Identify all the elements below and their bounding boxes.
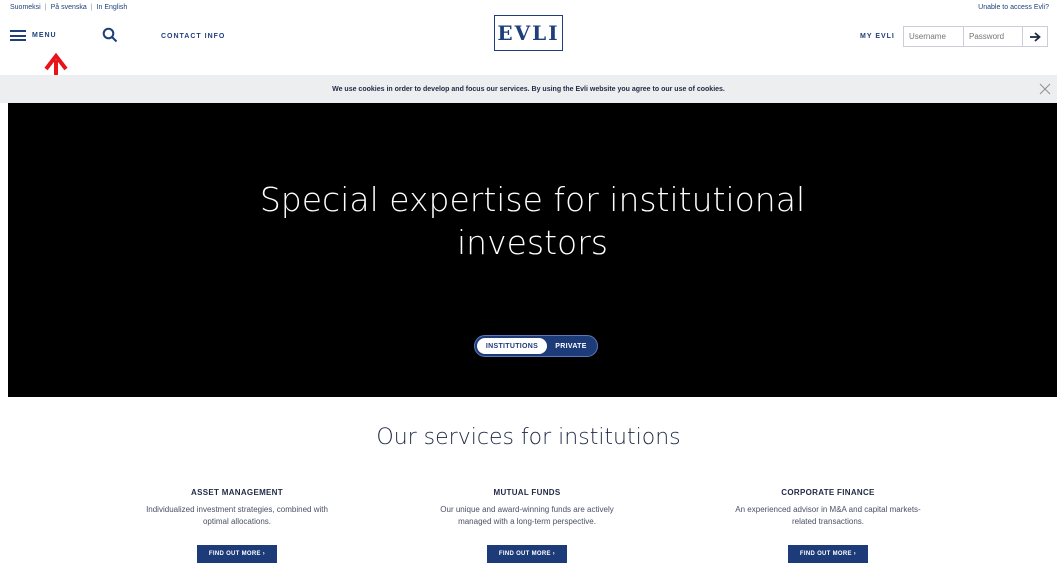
menu-button[interactable]: MENU	[10, 30, 57, 41]
language-bar: Suomeksi | På svenska | In English	[10, 4, 127, 11]
services-title: Our services for institutions	[376, 425, 681, 450]
hero-title-line: Special expertise for institutional	[259, 180, 806, 219]
lang-link-english[interactable]: In English	[97, 4, 128, 11]
close-icon[interactable]	[1039, 83, 1051, 95]
cookie-banner: We use cookies in order to develop and f…	[0, 75, 1057, 103]
audience-toggle[interactable]: INSTITUTIONS PRIVATE	[474, 335, 598, 357]
service-description: Individualized investment strategies, co…	[146, 505, 328, 526]
search-icon[interactable]	[102, 27, 118, 43]
hero-banner: Special expertise for institutional inve…	[8, 103, 1057, 397]
username-input[interactable]	[903, 26, 964, 47]
find-out-more-button[interactable]: FIND OUT MORE ›	[486, 545, 568, 563]
lang-separator: |	[90, 4, 93, 11]
login-submit-button[interactable]	[1023, 26, 1048, 47]
service-heading: MUTUAL FUNDS	[493, 488, 561, 497]
cookie-message: We use cookies in order to develop and f…	[332, 85, 725, 93]
service-description: Our unique and award-winning funds are a…	[440, 505, 614, 526]
hamburger-icon	[10, 30, 26, 41]
my-evli-label: MY EVLI	[860, 33, 895, 40]
hero-title-line: investors	[457, 223, 608, 262]
service-card-corporate-finance: CORPORATE FINANCE An experienced advisor…	[703, 488, 953, 563]
evli-logo[interactable]: EVLI	[494, 15, 563, 51]
service-description: An experienced advisor in M&A and capita…	[735, 505, 921, 526]
hero-title: Special expertise for institutional inve…	[8, 178, 1057, 264]
service-card-asset-management: ASSET MANAGEMENT Individualized investme…	[112, 488, 362, 563]
find-out-more-button[interactable]: FIND OUT MORE ›	[196, 545, 278, 563]
service-heading: CORPORATE FINANCE	[781, 488, 875, 497]
contact-info-link[interactable]: CONTACT INFO	[161, 33, 225, 40]
find-out-more-button[interactable]: FIND OUT MORE ›	[787, 545, 869, 563]
lang-link-finnish[interactable]: Suomeksi	[10, 4, 41, 11]
lang-separator: |	[44, 4, 47, 11]
toggle-institutions[interactable]: INSTITUTIONS	[477, 338, 547, 354]
service-heading: ASSET MANAGEMENT	[191, 488, 283, 497]
service-card-mutual-funds: MUTUAL FUNDS Our unique and award-winnin…	[402, 488, 652, 563]
password-input[interactable]	[964, 26, 1023, 47]
lang-link-swedish[interactable]: På svenska	[51, 4, 87, 11]
menu-label: MENU	[32, 32, 57, 39]
toggle-private[interactable]: PRIVATE	[547, 338, 595, 354]
unable-to-access-link[interactable]: Unable to access Evli?	[978, 4, 1049, 11]
arrow-right-icon	[1030, 31, 1041, 42]
